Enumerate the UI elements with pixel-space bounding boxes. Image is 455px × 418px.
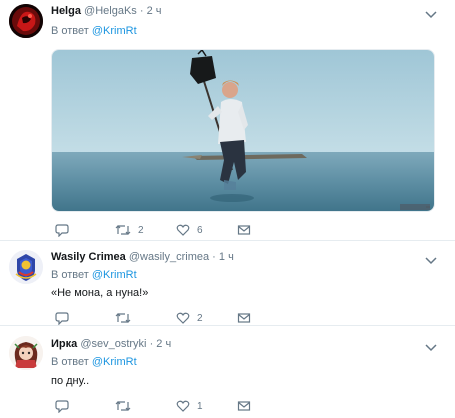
avatar-image bbox=[9, 4, 43, 38]
avatar-image bbox=[9, 336, 43, 370]
reply-context: В ответ @KrimRt bbox=[51, 356, 137, 368]
separator: · bbox=[212, 251, 216, 263]
like-button[interactable]: 2 bbox=[176, 310, 203, 326]
tweet-text: «Не мона, а нуна!» bbox=[51, 287, 149, 299]
chevron-down-icon[interactable] bbox=[422, 9, 440, 21]
tweet-irka[interactable]: Ирка @sev_ostryki · 2 ч В ответ @KrimRt … bbox=[0, 326, 455, 418]
tweet-text: по дну.. bbox=[51, 375, 90, 387]
reply-to-handle[interactable]: @KrimRt bbox=[92, 269, 137, 281]
avatar-image bbox=[9, 250, 43, 284]
reply-icon bbox=[55, 224, 69, 237]
author-handle[interactable]: @wasily_crimea bbox=[129, 251, 209, 263]
reply-context: В ответ @KrimRt bbox=[51, 269, 137, 281]
reply-icon bbox=[55, 312, 69, 325]
separator: · bbox=[139, 5, 144, 17]
retweet-icon bbox=[115, 225, 131, 235]
like-icon bbox=[176, 312, 190, 324]
media-watermark bbox=[426, 206, 430, 208]
reply-icon bbox=[55, 400, 69, 413]
timestamp[interactable]: 2 ч bbox=[156, 338, 171, 350]
timestamp[interactable]: 2 ч bbox=[147, 5, 162, 17]
like-button[interactable]: 1 bbox=[176, 398, 203, 414]
reply-to-handle[interactable]: @KrimRt bbox=[92, 356, 137, 368]
retweet-icon bbox=[115, 401, 131, 411]
reply-button[interactable] bbox=[55, 222, 76, 238]
tweet-actions: 2 bbox=[51, 310, 435, 326]
chevron-down-icon[interactable] bbox=[422, 255, 440, 267]
direct-message-button[interactable] bbox=[237, 398, 258, 414]
author-handle[interactable]: @sev_ostryki bbox=[80, 338, 146, 350]
tweet-media-image[interactable] bbox=[51, 49, 435, 212]
retweet-icon bbox=[115, 313, 131, 323]
tweet-actions: 2 6 bbox=[51, 222, 435, 238]
reply-context: В ответ @KrimRt bbox=[51, 25, 137, 37]
like-count: 2 bbox=[197, 312, 203, 324]
like-icon bbox=[176, 224, 190, 236]
like-count: 6 bbox=[197, 224, 203, 236]
direct-message-icon bbox=[237, 313, 251, 323]
reply-prefix: В ответ bbox=[51, 269, 89, 281]
direct-message-button[interactable] bbox=[237, 222, 258, 238]
retweet-button[interactable] bbox=[115, 310, 138, 326]
direct-message-icon bbox=[237, 401, 251, 411]
tweet-helga[interactable]: Helga @HelgaKs · 2 ч В ответ @KrimRt 2 6 bbox=[0, 0, 455, 241]
reply-button[interactable] bbox=[55, 398, 76, 414]
tweet-actions: 1 bbox=[51, 398, 435, 414]
direct-message-icon bbox=[237, 225, 251, 235]
retweet-button[interactable]: 2 bbox=[115, 222, 144, 238]
reply-prefix: В ответ bbox=[51, 25, 89, 37]
media-photo bbox=[52, 50, 434, 211]
author-name[interactable]: Wasily Crimea bbox=[51, 251, 126, 263]
separator: · bbox=[149, 338, 154, 350]
like-button[interactable]: 6 bbox=[176, 222, 203, 238]
avatar-helga[interactable] bbox=[9, 4, 43, 38]
like-count: 1 bbox=[197, 400, 203, 412]
author-name[interactable]: Helga bbox=[51, 5, 81, 17]
author-handle[interactable]: @HelgaKs bbox=[84, 5, 137, 17]
reply-button[interactable] bbox=[55, 310, 76, 326]
like-icon bbox=[176, 400, 190, 412]
tweet-wasily-crimea[interactable]: Wasily Crimea @wasily_crimea · 1 ч В отв… bbox=[0, 241, 455, 326]
avatar-irka[interactable] bbox=[9, 336, 43, 370]
reply-prefix: В ответ bbox=[51, 356, 89, 368]
chevron-down-icon[interactable] bbox=[422, 342, 440, 354]
author-name[interactable]: Ирка bbox=[51, 338, 77, 350]
retweet-button[interactable] bbox=[115, 398, 138, 414]
timestamp[interactable]: 1 ч bbox=[219, 251, 234, 263]
direct-message-button[interactable] bbox=[237, 310, 258, 326]
avatar-wasily-crimea[interactable] bbox=[9, 250, 43, 284]
reply-to-handle[interactable]: @KrimRt bbox=[92, 25, 137, 37]
retweet-count: 2 bbox=[138, 224, 144, 236]
